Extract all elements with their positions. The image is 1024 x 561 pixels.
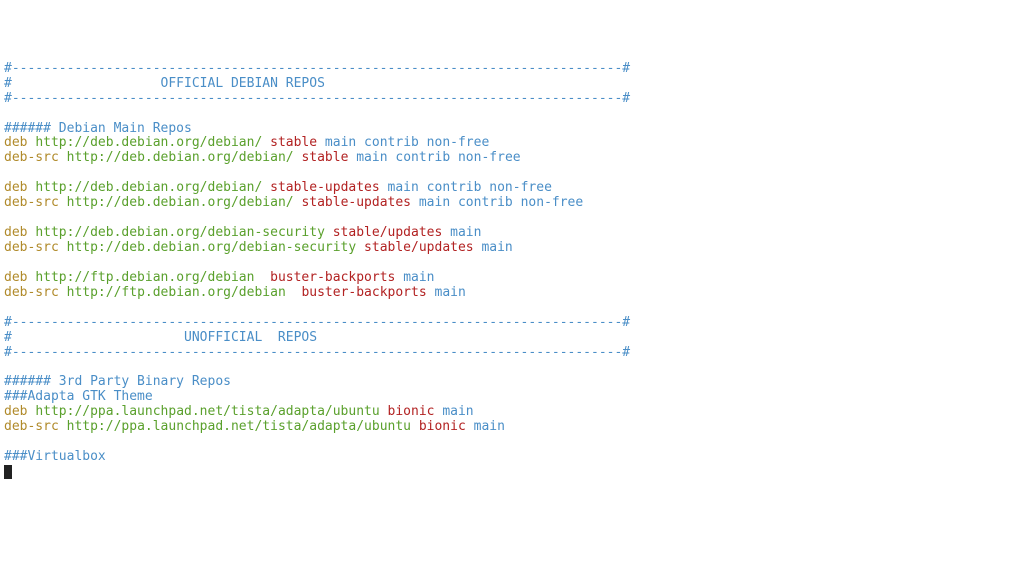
repo-url-security: http://deb.debian.org/debian-security: [35, 225, 332, 240]
comment-separator: #---------------------------------------…: [4, 345, 630, 360]
text-cursor: [4, 465, 12, 479]
section-title-main: ###### Debian Main Repos: [4, 121, 192, 136]
suite-bionic: bionic: [388, 404, 443, 419]
keyword-debsrc: deb-src: [4, 240, 67, 255]
suite-stable-updates: stable-updates: [301, 195, 418, 210]
editor-content[interactable]: #---------------------------------------…: [4, 62, 1020, 480]
suite-stable: stable: [301, 150, 356, 165]
components: main contrib non-free: [325, 135, 489, 150]
components: main: [403, 270, 434, 285]
repo-url-security: http://deb.debian.org/debian-security: [67, 240, 364, 255]
components: main: [435, 285, 466, 300]
suite-bionic: bionic: [419, 419, 474, 434]
components: main: [442, 404, 473, 419]
repo-url-ftp: http://ftp.debian.org/debian: [67, 285, 294, 300]
repo-url-ppa: http://ppa.launchpad.net/tista/adapta/ub…: [35, 404, 387, 419]
repo-url: http://deb.debian.org/debian/: [35, 135, 270, 150]
repo-url-ftp: http://ftp.debian.org/debian: [35, 270, 262, 285]
suite-buster-backports: buster-backports: [301, 285, 434, 300]
keyword-debsrc: deb-src: [4, 419, 67, 434]
comment-header-official: # OFFICIAL DEBIAN REPOS: [4, 76, 481, 91]
keyword-deb: deb: [4, 225, 35, 240]
components: main contrib non-free: [388, 180, 552, 195]
comment-separator: #---------------------------------------…: [4, 61, 630, 76]
suite-buster-backports: buster-backports: [270, 270, 403, 285]
keyword-debsrc: deb-src: [4, 195, 67, 210]
keyword-deb: deb: [4, 270, 35, 285]
suite-stable-slash-updates: stable/updates: [364, 240, 481, 255]
components: main: [450, 225, 481, 240]
section-title-adapta: ###Adapta GTK Theme: [4, 389, 153, 404]
keyword-debsrc: deb-src: [4, 150, 67, 165]
section-title-3rdparty: ###### 3rd Party Binary Repos: [4, 374, 231, 389]
components: main: [481, 240, 512, 255]
suite-stable-slash-updates: stable/updates: [333, 225, 450, 240]
keyword-deb: deb: [4, 180, 35, 195]
keyword-deb: deb: [4, 404, 35, 419]
suite-stable: stable: [270, 135, 325, 150]
keyword-deb: deb: [4, 135, 35, 150]
components: main contrib non-free: [419, 195, 583, 210]
comment-separator: #---------------------------------------…: [4, 315, 630, 330]
repo-url: http://deb.debian.org/debian/: [67, 150, 302, 165]
comment-header-unofficial: # UNOFFICIAL REPOS: [4, 330, 317, 345]
repo-url-ppa: http://ppa.launchpad.net/tista/adapta/ub…: [67, 419, 419, 434]
section-title-virtualbox: ###Virtualbox: [4, 449, 106, 464]
components: main contrib non-free: [356, 150, 520, 165]
repo-url: http://deb.debian.org/debian/: [35, 180, 270, 195]
keyword-debsrc: deb-src: [4, 285, 67, 300]
repo-url: http://deb.debian.org/debian/: [67, 195, 302, 210]
components: main: [474, 419, 505, 434]
suite-stable-updates: stable-updates: [270, 180, 387, 195]
comment-separator: #---------------------------------------…: [4, 91, 630, 106]
